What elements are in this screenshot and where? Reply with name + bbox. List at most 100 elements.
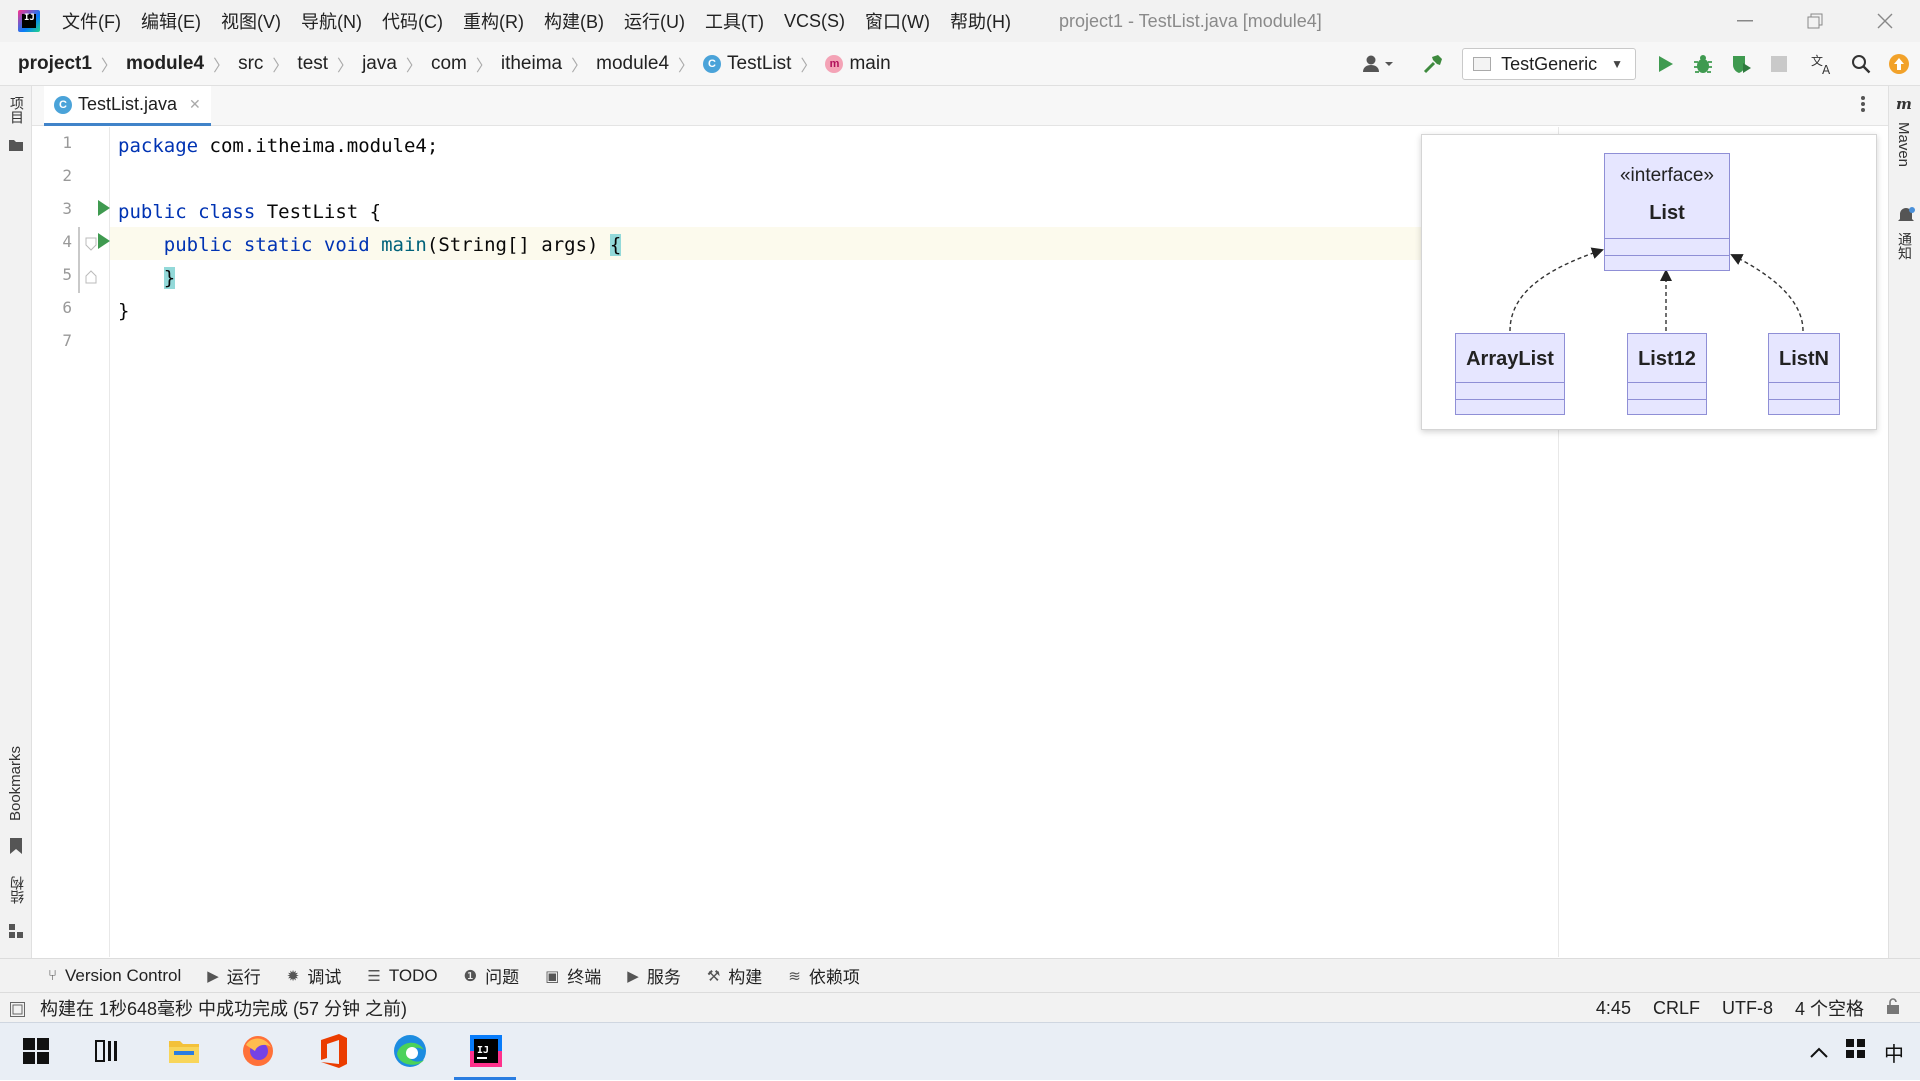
account-button[interactable]	[1356, 49, 1400, 79]
run-config-icon	[1473, 57, 1492, 71]
class-icon: C	[54, 95, 72, 114]
stop-button[interactable]	[1764, 49, 1794, 79]
menu-code[interactable]: 代码(C)	[382, 8, 443, 34]
file-explorer-button[interactable]	[164, 1031, 204, 1071]
breadcrumb-test[interactable]: test	[297, 53, 328, 75]
debug-tool-button[interactable]: ✹ 调试	[287, 963, 342, 988]
todo-tool-button[interactable]: ☰ TODO	[367, 966, 437, 986]
lock-icon[interactable]	[1886, 997, 1900, 1019]
code-line-5: }	[118, 263, 176, 293]
breadcrumb-itheima[interactable]: itheima	[501, 53, 562, 75]
branch-icon: ⑂	[48, 967, 58, 984]
run-tool-button[interactable]: ▶ 运行	[207, 963, 261, 988]
menu-help[interactable]: 帮助(H)	[950, 8, 1011, 34]
line-number: 6	[62, 298, 72, 317]
play-icon	[1659, 56, 1673, 72]
menu-edit[interactable]: 编辑(E)	[141, 8, 201, 34]
run-button[interactable]	[1650, 49, 1680, 79]
breadcrumb-method-label: main	[849, 52, 891, 74]
tab-testlist-java[interactable]: C TestList.java ✕	[44, 86, 211, 126]
office-button[interactable]	[314, 1031, 354, 1071]
breadcrumb-java[interactable]: java	[362, 53, 397, 75]
task-view-button[interactable]	[88, 1031, 128, 1071]
uml-class-list12[interactable]: List12	[1627, 333, 1707, 415]
fold-end-icon[interactable]	[85, 270, 97, 289]
terminal-tool-button[interactable]: ▣ 终端	[545, 963, 601, 988]
firefox-button[interactable]	[238, 1031, 278, 1071]
chevron-up-icon[interactable]	[1810, 1041, 1828, 1064]
update-button[interactable]	[1884, 49, 1914, 79]
uml-class-arraylist[interactable]: ArrayList	[1455, 333, 1565, 415]
edge-button[interactable]	[390, 1031, 430, 1071]
code-editor[interactable]: package com.itheima.module4; public clas…	[110, 127, 1558, 957]
breadcrumb-module[interactable]: module4	[126, 53, 204, 75]
minimize-button[interactable]	[1710, 0, 1780, 42]
run-main-gutter-icon[interactable]	[98, 233, 110, 249]
file-encoding[interactable]: UTF-8	[1722, 998, 1773, 1019]
notifications-tool-label: 通知	[1897, 232, 1913, 260]
keyboard-layout-icon[interactable]	[1846, 1039, 1866, 1065]
breadcrumb-src[interactable]: src	[238, 53, 263, 75]
status-message[interactable]: 构建在 1秒648毫秒 中成功完成 (57 分钟 之前)	[40, 995, 407, 1021]
menu-view[interactable]: 视图(V)	[221, 8, 281, 34]
breadcrumb-method[interactable]: m main	[825, 52, 891, 75]
maven-tool-button[interactable]: Maven	[1895, 122, 1912, 172]
line-number: 2	[62, 166, 72, 185]
run-configuration-selector[interactable]: TestGeneric ▼	[1462, 48, 1636, 80]
keyword: public class	[118, 201, 256, 223]
search-everywhere-button[interactable]	[1846, 49, 1876, 79]
build-tool-button[interactable]: ⚒ 构建	[707, 963, 762, 988]
bookmarks-tool-button[interactable]: Bookmarks	[7, 746, 24, 826]
menu-file[interactable]: 文件(F)	[62, 8, 121, 34]
translate-button[interactable]: 文 A	[1808, 49, 1838, 79]
breadcrumb-separator-icon: 〉	[800, 57, 817, 75]
menu-vcs[interactable]: VCS(S)	[784, 11, 845, 32]
bottom-tool-label: 运行	[226, 968, 261, 987]
uml-interface-list[interactable]: «interface» List	[1604, 153, 1730, 271]
problems-tool-button[interactable]: ❶ 问题	[464, 963, 519, 988]
editor-gutter: 1 2 3 4 5 6 7	[32, 127, 110, 957]
indent-setting[interactable]: 4 个空格	[1795, 995, 1864, 1021]
line-separator[interactable]: CRLF	[1653, 998, 1700, 1019]
windows-taskbar: IJ 中	[0, 1022, 1920, 1080]
breadcrumb-com[interactable]: com	[431, 53, 467, 75]
editor-tab-bar: C TestList.java ✕	[32, 86, 1888, 126]
status-toggle-icon[interactable]	[10, 1001, 25, 1022]
intellij-taskbar-button[interactable]: IJ	[466, 1031, 506, 1071]
services-tool-button[interactable]: ▶ 服务	[627, 963, 681, 988]
breadcrumb-module4-package[interactable]: module4	[596, 53, 669, 75]
menu-build[interactable]: 构建(B)	[544, 8, 604, 34]
menu-window[interactable]: 窗口(W)	[865, 8, 930, 34]
dependencies-tool-button[interactable]: ≋ 依赖项	[788, 963, 860, 988]
windows-start-button[interactable]	[16, 1031, 56, 1071]
uml-class-name: ListN	[1779, 348, 1829, 370]
build-button[interactable]	[1418, 49, 1448, 79]
keyword: package	[118, 135, 199, 157]
breadcrumb-separator-icon: 〉	[475, 57, 492, 75]
svg-text:IJ: IJ	[477, 1045, 489, 1056]
fold-icon[interactable]	[85, 237, 97, 256]
uml-class-listn[interactable]: ListN	[1768, 333, 1840, 415]
coverage-button[interactable]	[1726, 49, 1756, 79]
menu-tools[interactable]: 工具(T)	[705, 8, 764, 34]
menu-refactor[interactable]: 重构(R)	[463, 8, 524, 34]
menu-navigate[interactable]: 导航(N)	[301, 8, 362, 34]
caret-position[interactable]: 4:45	[1596, 998, 1631, 1019]
debug-button[interactable]	[1688, 49, 1718, 79]
status-bar: 构建在 1秒648毫秒 中成功完成 (57 分钟 之前) 4:45 CRLF U…	[0, 992, 1920, 1022]
breadcrumb-class[interactable]: C TestList	[703, 53, 791, 75]
bookmark-icon	[10, 838, 22, 859]
restore-button[interactable]	[1780, 0, 1850, 42]
version-control-tool-button[interactable]: ⑂ Version Control	[48, 966, 181, 986]
more-options-icon[interactable]	[1860, 94, 1866, 119]
menu-run[interactable]: 运行(U)	[624, 8, 685, 34]
close-tab-icon[interactable]: ✕	[189, 96, 201, 113]
breadcrumb-project[interactable]: project1	[18, 53, 92, 75]
uml-interface-name: List	[1649, 202, 1685, 224]
bottom-tool-label: 终端	[567, 968, 602, 987]
run-class-gutter-icon[interactable]	[98, 200, 110, 216]
notifications-tool-button[interactable]: 通知	[1895, 232, 1920, 265]
close-window-button[interactable]	[1850, 0, 1920, 42]
office-icon	[321, 1034, 347, 1068]
ime-indicator[interactable]: 中	[1884, 1038, 1904, 1067]
